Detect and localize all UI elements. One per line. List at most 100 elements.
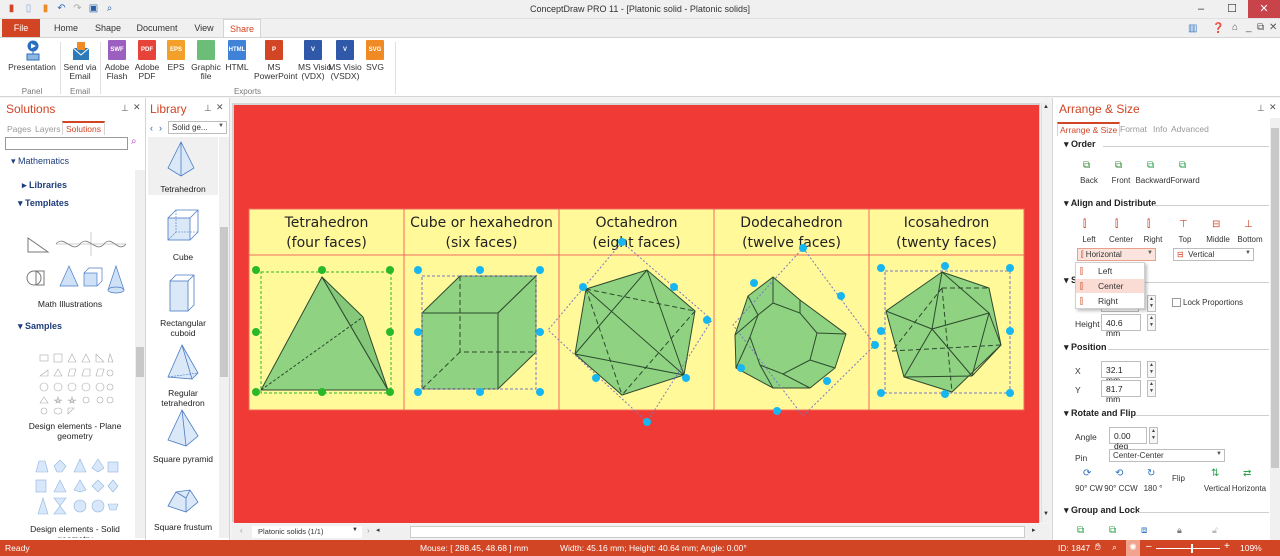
page-tab[interactable]: Platonic solids (1/1) ▼: [252, 526, 362, 538]
angle-field[interactable]: 0.00 deg: [1109, 427, 1147, 451]
vertical-distribute-select[interactable]: ⊟ Vertical ▼: [1173, 248, 1254, 261]
panel-close-icon[interactable]: ✕: [216, 102, 224, 113]
ms-powerpoint-button[interactable]: P MS PowerPoint: [254, 40, 297, 81]
arrange-scroll-thumb[interactable]: [1271, 128, 1279, 468]
group-icon[interactable]: ⧉: [1077, 525, 1084, 536]
scroll-up-icon[interactable]: ▲: [1043, 104, 1049, 110]
ms-visio-vsdx-button[interactable]: V MS Visio (VSDX): [328, 40, 362, 81]
collapse-ribbon-icon[interactable]: ⌂: [1232, 22, 1238, 33]
panel-close-icon[interactable]: ✕: [133, 102, 141, 113]
unlock-icon[interactable]: 🔓︎: [1212, 525, 1218, 536]
tab-shape[interactable]: Shape: [92, 19, 124, 37]
tab-document[interactable]: Document: [133, 19, 181, 37]
solutions-scrollbar[interactable]: [135, 170, 145, 538]
lock-icon[interactable]: 🔒︎: [1177, 525, 1182, 536]
library-item-regular-tetrahedron[interactable]: Regular tetrahedron: [148, 343, 218, 410]
section-group-lock[interactable]: ▾ Group and Lock: [1064, 505, 1140, 516]
library-item-rectangular-cuboid[interactable]: Rectangular cuboid: [148, 273, 218, 340]
subtab-advanced[interactable]: Advanced: [1171, 124, 1209, 134]
plane-geometry-thumbnail[interactable]: [38, 353, 114, 415]
library-item-square-frustum[interactable]: Square frustum: [148, 478, 218, 544]
section-align[interactable]: ▾ Align and Distribute: [1064, 198, 1156, 209]
zoom-slider-track[interactable]: [1156, 548, 1220, 549]
library-next-icon[interactable]: ›: [159, 123, 162, 133]
angle-stepper[interactable]: ▲ ▼: [1149, 427, 1158, 444]
subtab-arrange-size[interactable]: Arrange & Size: [1057, 122, 1121, 136]
x-stepper[interactable]: ▲ ▼: [1147, 361, 1156, 378]
eps-button[interactable]: EPS EPS: [162, 40, 190, 72]
tab-view[interactable]: View: [190, 19, 218, 37]
scroll-left-icon[interactable]: ◂: [376, 526, 380, 534]
order-forward-button[interactable]: ⧉ Forward: [1163, 160, 1207, 188]
height-stepper[interactable]: ▲ ▼: [1147, 314, 1156, 331]
library-item-tetrahedron[interactable]: Tetrahedron: [148, 140, 218, 206]
doc-restore-icon[interactable]: ⧉: [1257, 22, 1264, 33]
library-item-square-pyramid[interactable]: Square pyramid: [148, 408, 218, 476]
library-item-cube[interactable]: Cube: [148, 206, 218, 274]
subtab-format[interactable]: Format: [1120, 124, 1147, 134]
horizontal-distribute-select[interactable]: ⫿ Horizontal ▼: [1077, 248, 1156, 261]
height-field[interactable]: 40.6 mm: [1101, 314, 1141, 338]
y-stepper[interactable]: ▲ ▼: [1147, 380, 1156, 397]
solutions-scroll-thumb[interactable]: [136, 347, 144, 377]
doc-close-icon[interactable]: ✕: [1269, 22, 1277, 33]
tree-samples[interactable]: ▾ Samples: [18, 321, 62, 332]
menu-item-center[interactable]: ⫿ Center: [1076, 279, 1144, 293]
solutions-search-input[interactable]: [5, 137, 128, 150]
prev-page-icon[interactable]: ‹: [240, 526, 243, 535]
subtab-info[interactable]: Info: [1153, 124, 1167, 134]
html-button[interactable]: HTML HTML: [222, 40, 252, 72]
rotate-horizonta-button[interactable]: ⇄ Horizonta: [1227, 468, 1271, 496]
canvas-vscroll[interactable]: ▲ ▼: [1041, 103, 1051, 522]
svg-button[interactable]: SVG SVG: [362, 40, 388, 72]
subtab-pages[interactable]: Pages: [7, 124, 31, 134]
library-scrollbar[interactable]: [219, 137, 229, 538]
lock-proportions-checkbox[interactable]: [1172, 298, 1181, 307]
graphic-file-button[interactable]: Graphic file: [190, 40, 222, 81]
canvas-hscroll[interactable]: [410, 526, 1025, 538]
zoom-slider-thumb[interactable]: [1191, 544, 1194, 553]
zoom-in-button[interactable]: +: [1224, 541, 1230, 552]
close-button[interactable]: ✕: [1248, 0, 1280, 18]
panel-close-icon[interactable]: ✕: [1269, 102, 1277, 113]
solid-geometry-thumbnail[interactable]: [34, 458, 120, 518]
tab-home[interactable]: Home: [50, 19, 82, 37]
arrange-scrollbar[interactable]: [1270, 118, 1280, 540]
section-rotate[interactable]: ▾ Rotate and Flip: [1064, 408, 1136, 419]
pin-icon[interactable]: ⊥: [1257, 103, 1265, 114]
x-field[interactable]: 32.1 mm: [1101, 361, 1141, 385]
math-illustrations-thumbnail[interactable]: [26, 228, 128, 298]
width-stepper[interactable]: ▲ ▼: [1147, 295, 1156, 312]
presentation-button[interactable]: Presentation: [4, 40, 60, 72]
subtab-solutions[interactable]: Solutions: [62, 121, 105, 135]
next-page-icon[interactable]: ›: [367, 526, 370, 535]
library-prev-icon[interactable]: ‹: [150, 123, 153, 133]
scroll-right-icon[interactable]: ▸: [1032, 526, 1036, 534]
tab-share[interactable]: Share: [223, 19, 261, 37]
zoom-out-button[interactable]: –: [1146, 541, 1152, 552]
rotate-180-button[interactable]: ↻ 180 °: [1131, 468, 1175, 496]
subtab-layers[interactable]: Layers: [35, 124, 61, 134]
ms-visio-vdx-button[interactable]: V MS Visio (VDX): [298, 40, 331, 81]
tab-file[interactable]: File: [2, 19, 40, 37]
minimize-button[interactable]: –: [1186, 0, 1216, 18]
y-field[interactable]: 81.7 mm: [1101, 380, 1141, 404]
library-scroll-thumb[interactable]: [220, 227, 228, 377]
pin-icon[interactable]: ⊥: [204, 103, 212, 114]
ungroup-icon[interactable]: ⧉: [1109, 525, 1116, 536]
adobe-pdf-button[interactable]: PDF Adobe PDF: [132, 40, 162, 81]
pin-select[interactable]: Center-Center ▼: [1109, 449, 1225, 462]
menu-item-left[interactable]: ⫿ Left: [1076, 264, 1144, 278]
align-bottom-button[interactable]: ⊥ Bottom: [1228, 219, 1272, 247]
tree-templates[interactable]: ▾ Templates: [18, 198, 69, 209]
layout-icon[interactable]: ▥: [1188, 23, 1197, 34]
tree-mathematics[interactable]: ▾ Mathematics: [11, 156, 69, 167]
tree-libraries[interactable]: ▸ Libraries: [22, 180, 67, 191]
scroll-down-icon[interactable]: ▼: [1043, 511, 1049, 517]
maximize-button[interactable]: ☐: [1217, 0, 1247, 18]
hand-tool-icon[interactable]: ✋︎: [1095, 542, 1101, 553]
zoom-area-icon[interactable]: ⌕: [1112, 542, 1117, 553]
adobe-flash-button[interactable]: SWF Adobe Flash: [102, 40, 132, 81]
send-email-button[interactable]: Send via Email: [62, 40, 98, 81]
library-selector[interactable]: Solid ge... ▼: [168, 121, 227, 134]
